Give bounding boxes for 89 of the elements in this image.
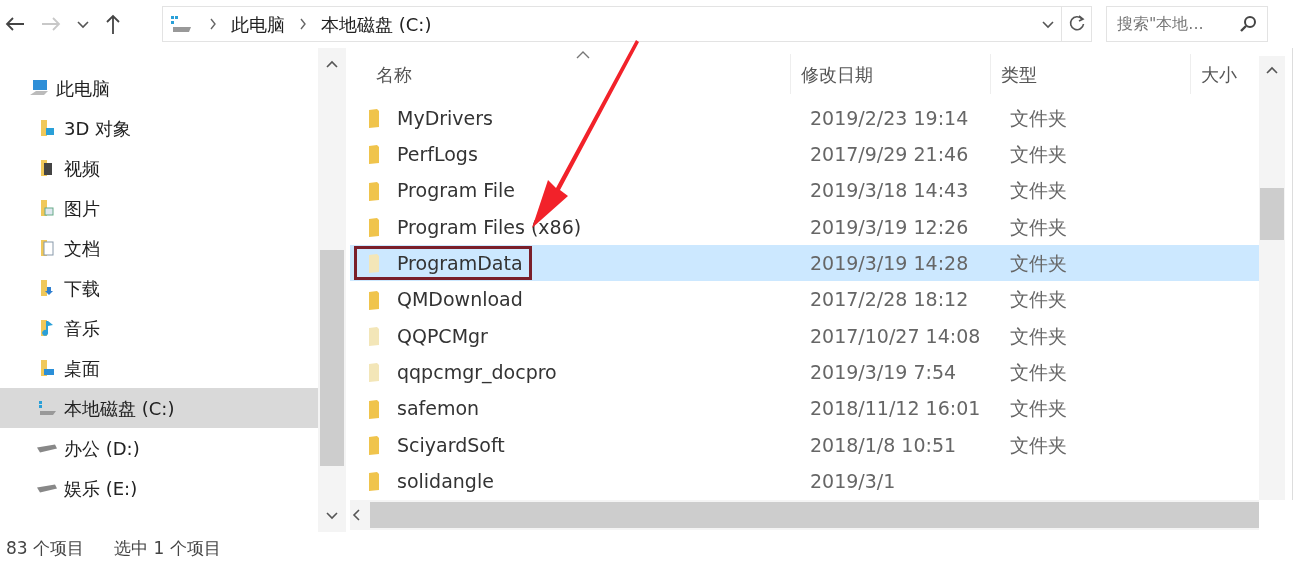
modified-date: 2019/3/19 12:26: [809, 214, 970, 240]
nav-label: 此电脑: [56, 76, 110, 101]
refresh-icon: [1067, 15, 1086, 33]
file-name: solidangle: [397, 468, 494, 494]
nav-label: 视频: [64, 156, 100, 181]
search-input[interactable]: 搜索"本地...: [1117, 12, 1227, 36]
column-header[interactable]: 类型: [990, 54, 1190, 94]
scroll-thumb[interactable]: [1260, 188, 1284, 240]
address-bar[interactable]: 此电脑 本地磁盘 (C:): [162, 6, 1092, 42]
file-type: 文件夹: [1009, 432, 1067, 458]
file-type: 文件夹: [1009, 323, 1067, 349]
file-name: ProgramData: [397, 251, 523, 277]
nav-label: 图片: [64, 196, 100, 221]
file-name: safemon: [397, 396, 480, 422]
column-header[interactable]: 名称: [350, 54, 790, 94]
drive-icon: [36, 443, 58, 453]
file-type: 文件夹: [1009, 178, 1067, 204]
file-row[interactable]: PerfLogs 2017/9/29 21:46 文件夹: [350, 136, 1259, 173]
file-row[interactable]: Program Files (x86) 2019/3/19 12:26 文件夹: [350, 208, 1259, 246]
nav-item[interactable]: 此电脑: [0, 68, 318, 108]
file-name: QMDownload: [397, 287, 523, 313]
scroll-thumb[interactable]: [320, 250, 344, 466]
file-name: SciyardSoft: [397, 432, 505, 458]
search-field[interactable]: 搜索"本地...: [1106, 6, 1268, 42]
modified-date: 2019/2/23 19:14: [809, 105, 970, 131]
file-type: 文件夹: [1009, 359, 1067, 385]
nav-label: 本地磁盘 (C:): [64, 396, 175, 421]
nav-label: 音乐: [64, 316, 100, 341]
item-count: 83 个项目: [6, 536, 85, 560]
nav-item[interactable]: 音乐: [0, 308, 318, 348]
drive-icon: [36, 483, 58, 493]
nav-label: 3D 对象: [64, 116, 132, 141]
nav-label: 办公 (D:): [64, 436, 140, 461]
modified-date: 2017/9/29 21:46: [809, 142, 970, 168]
file-name: Program Files (x86): [397, 214, 582, 240]
selection-count: 选中 1 个项目: [114, 536, 221, 560]
file-row[interactable]: MyDrivers 2019/2/23 19:14 文件夹: [350, 100, 1259, 137]
modified-date: 2019/3/19 14:28: [809, 251, 970, 277]
nav-item[interactable]: 娱乐 (E:): [0, 468, 318, 508]
file-name: Program File: [397, 178, 515, 204]
file-row[interactable]: safemon 2018/11/12 16:01 文件夹: [350, 390, 1259, 427]
back-arrow-icon[interactable]: [4, 15, 26, 33]
nav-item[interactable]: 图片: [0, 188, 318, 228]
nav-item[interactable]: 下载: [0, 268, 318, 308]
sidebar-scrollbar[interactable]: [318, 48, 346, 532]
nav-item[interactable]: 办公 (D:): [0, 428, 318, 468]
file-row[interactable]: SciyardSoft 2018/1/8 10:51 文件夹: [350, 426, 1259, 463]
file-type: 文件夹: [1009, 396, 1067, 422]
breadcrumb-item[interactable]: 此电脑: [231, 10, 285, 38]
sort-caret-icon: [576, 50, 590, 60]
file-row[interactable]: Program File 2019/3/18 14:43 文件夹: [350, 172, 1259, 209]
nav-item[interactable]: 桌面: [0, 348, 318, 388]
file-type: 文件夹: [1009, 287, 1067, 313]
file-name: qqpcmgr_docpro: [397, 359, 557, 386]
breadcrumb-item[interactable]: 本地磁盘 (C:): [321, 10, 432, 38]
file-type: 文件夹: [1009, 214, 1067, 240]
nav-item[interactable]: 3D 对象: [0, 108, 318, 148]
nav-item[interactable]: 本地磁盘 (C:): [0, 388, 318, 428]
file-row[interactable]: qqpcmgr_docpro 2019/3/19 7:54 文件夹: [350, 354, 1259, 391]
file-type: 文件夹: [1009, 105, 1067, 131]
modified-date: 2019/3/1: [809, 468, 897, 494]
file-name: MyDrivers: [397, 105, 493, 131]
file-row[interactable]: QQPCMgr 2017/10/27 14:08 文件夹: [350, 317, 1259, 355]
file-row[interactable]: QMDownload 2017/2/28 18:12 文件夹: [350, 281, 1259, 318]
horizontal-scrollbar[interactable]: [350, 500, 1259, 530]
search-icon: [1239, 15, 1257, 33]
modified-date: 2017/10/27 14:08: [809, 323, 982, 349]
modified-date: 2018/1/8 10:51: [809, 432, 958, 458]
column-header[interactable]: 大小: [1190, 54, 1246, 94]
file-name: QQPCMgr: [397, 323, 488, 349]
file-type: 文件夹: [1009, 251, 1067, 277]
vertical-scrollbar[interactable]: [1259, 56, 1285, 500]
nav-label: 下载: [64, 276, 100, 301]
file-row[interactable]: ProgramData 2019/3/19 14:28 文件夹: [350, 245, 1259, 282]
nav-label: 桌面: [64, 356, 100, 381]
modified-date: 2017/2/28 18:12: [809, 287, 970, 313]
modified-date: 2019/3/18 14:43: [809, 178, 970, 204]
nav-item[interactable]: 文档: [0, 228, 318, 268]
column-header[interactable]: 修改日期: [790, 54, 990, 94]
file-row[interactable]: solidangle 2019/3/1: [350, 462, 1259, 500]
modified-date: 2018/11/12 16:01: [809, 396, 982, 422]
file-name: PerfLogs: [397, 142, 478, 168]
nav-label: 娱乐 (E:): [64, 476, 138, 501]
modified-date: 2019/3/19 7:54: [809, 359, 958, 385]
nav-label: 文档: [64, 236, 100, 261]
up-arrow-icon[interactable]: [104, 13, 122, 35]
nav-item[interactable]: 视频: [0, 148, 318, 188]
file-type: 文件夹: [1009, 142, 1067, 168]
scroll-thumb[interactable]: [370, 502, 1259, 528]
